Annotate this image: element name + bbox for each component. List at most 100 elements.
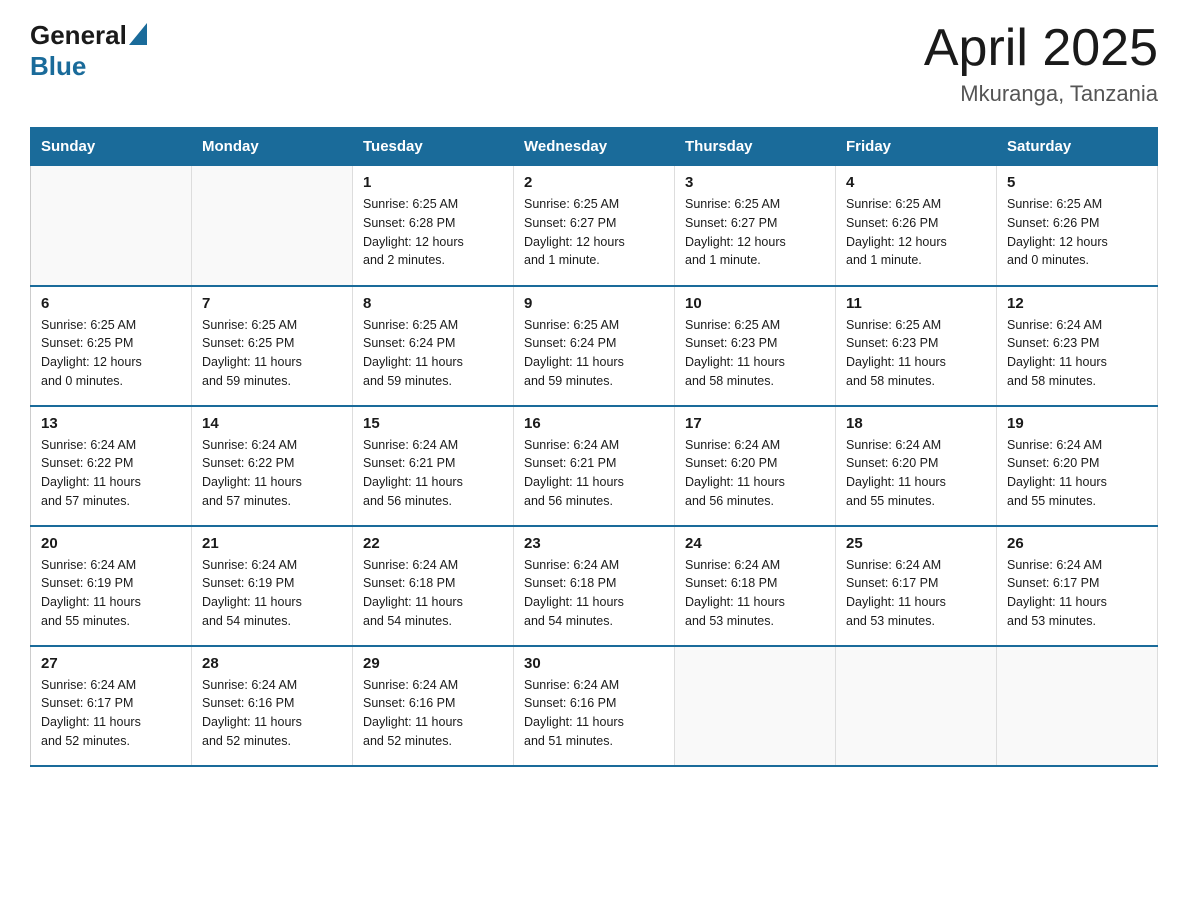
day-number: 12 <box>1007 295 1147 312</box>
calendar-cell: 13 Sunrise: 6:24 AMSunset: 6:22 PMDayligh… <box>31 406 192 526</box>
day-number: 18 <box>846 415 986 432</box>
header-day-friday: Friday <box>836 128 997 166</box>
calendar-cell: 18 Sunrise: 6:24 AMSunset: 6:20 PMDayligh… <box>836 406 997 526</box>
calendar-cell: 12Sunrise: 6:24 AMSunset: 6:23 PMDayligh… <box>997 286 1158 406</box>
day-number: 10 <box>685 295 825 312</box>
day-number: 19 <box>1007 415 1147 432</box>
location-title: Mkuranga, Tanzania <box>924 81 1158 107</box>
calendar-cell: 30 Sunrise: 6:24 AMSunset: 6:16 PMDayligh… <box>514 646 675 766</box>
day-info: Sunrise: 6:25 AMSunset: 6:25 PMDaylight:… <box>202 316 342 391</box>
logo-triangle-icon <box>129 23 147 45</box>
title-block: April 2025 Mkuranga, Tanzania <box>924 20 1158 107</box>
day-info: Sunrise: 6:24 AMSunset: 6:19 PMDaylight:… <box>41 556 181 631</box>
header-day-monday: Monday <box>192 128 353 166</box>
calendar-cell: 27Sunrise: 6:24 AMSunset: 6:17 PMDayligh… <box>31 646 192 766</box>
logo-general-text: General <box>30 20 127 51</box>
day-info: Sunrise: 6:24 AMSunset: 6:22 PMDaylight:… <box>41 436 181 511</box>
header-day-wednesday: Wednesday <box>514 128 675 166</box>
day-info: Sunrise: 6:24 AMSunset: 6:21 PMDaylight:… <box>363 436 503 511</box>
day-number: 13 <box>41 415 181 432</box>
day-info: Sunrise: 6:24 AMSunset: 6:21 PMDaylight:… <box>524 436 664 511</box>
calendar-week-5: 27Sunrise: 6:24 AMSunset: 6:17 PMDayligh… <box>31 646 1158 766</box>
calendar-week-3: 13 Sunrise: 6:24 AMSunset: 6:22 PMDayligh… <box>31 406 1158 526</box>
calendar-cell: 17 Sunrise: 6:24 AMSunset: 6:20 PMDayligh… <box>675 406 836 526</box>
day-info: Sunrise: 6:24 AMSunset: 6:17 PMDaylight:… <box>1007 556 1147 631</box>
day-info: Sunrise: 6:25 AMSunset: 6:25 PMDaylight:… <box>41 316 181 391</box>
calendar-cell: 26 Sunrise: 6:24 AMSunset: 6:17 PMDayligh… <box>997 526 1158 646</box>
day-info: Sunrise: 6:24 AMSunset: 6:22 PMDaylight:… <box>202 436 342 511</box>
calendar-cell: 10 Sunrise: 6:25 AMSunset: 6:23 PMDayligh… <box>675 286 836 406</box>
day-info: Sunrise: 6:25 AMSunset: 6:23 PMDaylight:… <box>846 316 986 391</box>
calendar-cell: 14 Sunrise: 6:24 AMSunset: 6:22 PMDayligh… <box>192 406 353 526</box>
day-info: Sunrise: 6:24 AMSunset: 6:17 PMDaylight:… <box>846 556 986 631</box>
day-info: Sunrise: 6:25 AMSunset: 6:27 PMDaylight:… <box>685 195 825 270</box>
calendar-cell <box>192 166 353 286</box>
calendar-cell: 7 Sunrise: 6:25 AMSunset: 6:25 PMDaylight… <box>192 286 353 406</box>
day-number: 14 <box>202 415 342 432</box>
day-info: Sunrise: 6:25 AMSunset: 6:26 PMDaylight:… <box>1007 195 1147 270</box>
calendar-week-2: 6 Sunrise: 6:25 AMSunset: 6:25 PMDaylight… <box>31 286 1158 406</box>
day-number: 21 <box>202 535 342 552</box>
day-info: Sunrise: 6:25 AMSunset: 6:26 PMDaylight:… <box>846 195 986 270</box>
day-info: Sunrise: 6:24 AMSunset: 6:17 PMDaylight:… <box>41 676 181 751</box>
day-number: 30 <box>524 655 664 672</box>
calendar-cell: 11 Sunrise: 6:25 AMSunset: 6:23 PMDayligh… <box>836 286 997 406</box>
calendar-cell: 23 Sunrise: 6:24 AMSunset: 6:18 PMDayligh… <box>514 526 675 646</box>
logo: General Blue <box>30 20 149 82</box>
header-day-sunday: Sunday <box>31 128 192 166</box>
calendar-cell: 4 Sunrise: 6:25 AMSunset: 6:26 PMDaylight… <box>836 166 997 286</box>
day-number: 28 <box>202 655 342 672</box>
day-number: 3 <box>685 174 825 191</box>
day-number: 11 <box>846 295 986 312</box>
calendar-cell: 16Sunrise: 6:24 AMSunset: 6:21 PMDayligh… <box>514 406 675 526</box>
day-info: Sunrise: 6:24 AMSunset: 6:16 PMDaylight:… <box>363 676 503 751</box>
day-number: 23 <box>524 535 664 552</box>
calendar-cell: 3 Sunrise: 6:25 AMSunset: 6:27 PMDaylight… <box>675 166 836 286</box>
calendar-cell: 15Sunrise: 6:24 AMSunset: 6:21 PMDayligh… <box>353 406 514 526</box>
day-info: Sunrise: 6:24 AMSunset: 6:16 PMDaylight:… <box>202 676 342 751</box>
day-number: 1 <box>363 174 503 191</box>
calendar-cell: 21Sunrise: 6:24 AMSunset: 6:19 PMDayligh… <box>192 526 353 646</box>
day-info: Sunrise: 6:25 AMSunset: 6:24 PMDaylight:… <box>363 316 503 391</box>
day-info: Sunrise: 6:24 AMSunset: 6:20 PMDaylight:… <box>685 436 825 511</box>
day-number: 17 <box>685 415 825 432</box>
calendar-cell <box>997 646 1158 766</box>
day-number: 6 <box>41 295 181 312</box>
day-number: 9 <box>524 295 664 312</box>
calendar-cell: 9 Sunrise: 6:25 AMSunset: 6:24 PMDaylight… <box>514 286 675 406</box>
day-number: 24 <box>685 535 825 552</box>
day-info: Sunrise: 6:24 AMSunset: 6:16 PMDaylight:… <box>524 676 664 751</box>
calendar-cell: 8Sunrise: 6:25 AMSunset: 6:24 PMDaylight… <box>353 286 514 406</box>
day-number: 26 <box>1007 535 1147 552</box>
calendar-cell: 2 Sunrise: 6:25 AMSunset: 6:27 PMDaylight… <box>514 166 675 286</box>
day-info: Sunrise: 6:25 AMSunset: 6:24 PMDaylight:… <box>524 316 664 391</box>
calendar-cell: 1 Sunrise: 6:25 AMSunset: 6:28 PMDaylight… <box>353 166 514 286</box>
day-number: 7 <box>202 295 342 312</box>
calendar-table: SundayMondayTuesdayWednesdayThursdayFrid… <box>30 127 1158 767</box>
day-number: 4 <box>846 174 986 191</box>
header-day-thursday: Thursday <box>675 128 836 166</box>
calendar-cell <box>675 646 836 766</box>
calendar-cell: 29 Sunrise: 6:24 AMSunset: 6:16 PMDayligh… <box>353 646 514 766</box>
day-number: 22 <box>363 535 503 552</box>
day-info: Sunrise: 6:24 AMSunset: 6:18 PMDaylight:… <box>685 556 825 631</box>
header-day-saturday: Saturday <box>997 128 1158 166</box>
calendar-cell: 6 Sunrise: 6:25 AMSunset: 6:25 PMDaylight… <box>31 286 192 406</box>
calendar-week-4: 20 Sunrise: 6:24 AMSunset: 6:19 PMDayligh… <box>31 526 1158 646</box>
day-number: 29 <box>363 655 503 672</box>
day-info: Sunrise: 6:25 AMSunset: 6:23 PMDaylight:… <box>685 316 825 391</box>
day-number: 20 <box>41 535 181 552</box>
day-info: Sunrise: 6:24 AMSunset: 6:18 PMDaylight:… <box>363 556 503 631</box>
month-title: April 2025 <box>924 20 1158 77</box>
day-number: 2 <box>524 174 664 191</box>
day-info: Sunrise: 6:25 AMSunset: 6:28 PMDaylight:… <box>363 195 503 270</box>
day-info: Sunrise: 6:25 AMSunset: 6:27 PMDaylight:… <box>524 195 664 270</box>
calendar-cell: 24 Sunrise: 6:24 AMSunset: 6:18 PMDayligh… <box>675 526 836 646</box>
day-info: Sunrise: 6:24 AMSunset: 6:18 PMDaylight:… <box>524 556 664 631</box>
page-header: General Blue April 2025 Mkuranga, Tanzan… <box>30 20 1158 107</box>
logo-blue-text: Blue <box>30 51 86 82</box>
calendar-cell: 25Sunrise: 6:24 AMSunset: 6:17 PMDayligh… <box>836 526 997 646</box>
calendar-cell: 20 Sunrise: 6:24 AMSunset: 6:19 PMDayligh… <box>31 526 192 646</box>
day-info: Sunrise: 6:24 AMSunset: 6:20 PMDaylight:… <box>1007 436 1147 511</box>
day-info: Sunrise: 6:24 AMSunset: 6:20 PMDaylight:… <box>846 436 986 511</box>
